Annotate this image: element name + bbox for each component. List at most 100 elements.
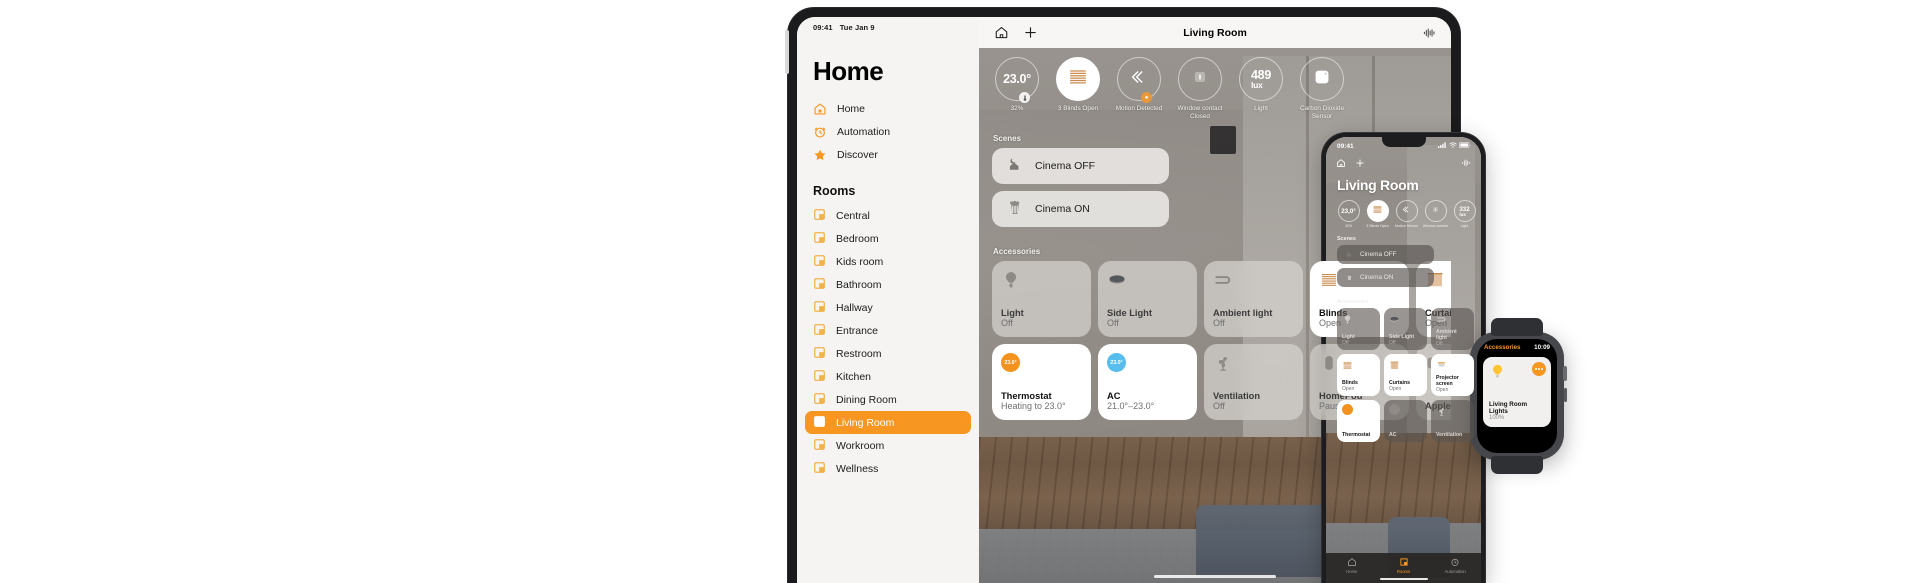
status-tile[interactable]: 3 Blinds Open bbox=[1053, 57, 1103, 121]
projector-screen-icon bbox=[1436, 358, 1469, 376]
iphone-status-circle[interactable]: 23,0° bbox=[1337, 200, 1360, 222]
status-tile-circle[interactable] bbox=[1178, 57, 1222, 101]
iphone-tab-automation[interactable]: Automation bbox=[1429, 557, 1481, 583]
room-icon bbox=[813, 300, 826, 316]
sidebar-room-bedroom[interactable]: Bedroom bbox=[805, 227, 971, 250]
iphone-accessory-state: Open bbox=[1389, 385, 1402, 392]
status-tile-circle[interactable] bbox=[1300, 57, 1344, 101]
status-tile[interactable]: 489 lux Light bbox=[1236, 57, 1286, 121]
iphone-status-tile[interactable]: 23,0° 32% bbox=[1336, 200, 1361, 228]
ipad-power-button[interactable] bbox=[785, 30, 789, 74]
status-tile[interactable]: 23.0° 32% bbox=[992, 57, 1042, 121]
accessory-card[interactable]: Ambient light Off bbox=[1204, 261, 1303, 337]
sidebar-room-kitchen[interactable]: Kitchen bbox=[805, 365, 971, 388]
house-icon bbox=[1347, 557, 1357, 568]
sidebar-item-discover[interactable]: Discover bbox=[805, 143, 971, 166]
accessory-state: Off bbox=[1213, 318, 1225, 329]
status-tile-label: Motion Detected bbox=[1115, 105, 1163, 112]
sidebar-room-wellness[interactable]: Wellness bbox=[805, 457, 971, 480]
sidebar-room-living-room[interactable]: Living Room bbox=[805, 411, 971, 434]
iphone-status-tile[interactable]: Motion Sensor bbox=[1394, 200, 1419, 228]
siri-waveform-icon[interactable] bbox=[1420, 24, 1438, 42]
iphone-accessory-card[interactable]: Ambient light Off bbox=[1431, 308, 1474, 351]
iphone-time: 09:41 bbox=[1337, 142, 1354, 150]
status-tile-circle[interactable]: 23.0° bbox=[995, 57, 1039, 103]
scene-card[interactable]: Cinema OFF bbox=[992, 148, 1169, 184]
co2-icon bbox=[1311, 66, 1333, 93]
scene-label: Cinema OFF bbox=[1035, 160, 1096, 172]
status-tile[interactable]: ● Motion Detected bbox=[1114, 57, 1164, 121]
iphone-accessory-card[interactable]: Blinds Open bbox=[1337, 354, 1380, 397]
iphone-accessory-card[interactable]: Ventilation bbox=[1431, 400, 1474, 443]
status-tile-circle[interactable]: ● bbox=[1117, 57, 1161, 103]
accessory-state: Off bbox=[1107, 318, 1119, 329]
status-time: 09:41 bbox=[813, 23, 833, 32]
sidebar-room-entrance[interactable]: Entrance bbox=[805, 319, 971, 342]
status-tile[interactable]: Window contact Closed bbox=[1175, 57, 1225, 121]
watch-time: 10:09 bbox=[1534, 344, 1550, 351]
iphone-tab-home[interactable]: Home bbox=[1326, 557, 1378, 583]
iphone-status-circle[interactable] bbox=[1424, 200, 1447, 222]
room-icon bbox=[813, 254, 826, 270]
room-icon bbox=[813, 369, 826, 385]
iphone-accessory-state: Off bbox=[1342, 339, 1349, 346]
sidebar-item-home[interactable]: Home bbox=[805, 97, 971, 120]
iphone-accessory-name: Ventilation bbox=[1436, 431, 1463, 438]
ellipsis-icon[interactable] bbox=[1532, 362, 1546, 376]
iphone-scene-label: Cinema OFF bbox=[1360, 251, 1397, 259]
iphone-scene-card[interactable]: Cinema OFF bbox=[1337, 245, 1434, 265]
watch-accessory-value: 100% bbox=[1489, 415, 1505, 421]
curtains-icon bbox=[1389, 358, 1422, 376]
house-icon[interactable] bbox=[1336, 155, 1346, 173]
accessory-card[interactable]: Side Light Off bbox=[1098, 261, 1197, 337]
digital-crown[interactable] bbox=[1563, 366, 1567, 381]
iphone-scene-card[interactable]: Cinema ON bbox=[1337, 268, 1434, 288]
iphone-status-tile[interactable]: Window contact bbox=[1423, 200, 1448, 228]
iphone-accessory-card[interactable]: AC bbox=[1384, 400, 1427, 443]
value: 332 lux bbox=[1459, 205, 1470, 217]
sidebar-room-restroom[interactable]: Restroom bbox=[805, 342, 971, 365]
sidebar-room-hallway[interactable]: Hallway bbox=[805, 296, 971, 319]
accessory-card[interactable]: Light Off bbox=[992, 261, 1091, 337]
iphone-status-circle[interactable] bbox=[1395, 200, 1418, 222]
siri-waveform-icon[interactable] bbox=[1461, 155, 1471, 173]
iphone-accessory-card[interactable]: Projector screen Open bbox=[1431, 354, 1474, 397]
sidebar-room-dining-room[interactable]: Dining Room bbox=[805, 388, 971, 411]
clock-icon bbox=[813, 125, 827, 139]
watch-accessory-card[interactable]: Living Room Lights 100% bbox=[1483, 357, 1551, 427]
wifi-icon bbox=[1448, 142, 1457, 150]
watch-band-top bbox=[1491, 318, 1543, 336]
watch-side-button[interactable] bbox=[1563, 388, 1567, 402]
sidebar-room-central[interactable]: Central bbox=[805, 204, 971, 227]
plus-icon[interactable] bbox=[1021, 24, 1039, 42]
iphone-accessory-card[interactable]: Thermostat bbox=[1337, 400, 1380, 443]
house-icon bbox=[813, 102, 827, 116]
accessory-card[interactable]: 23.0° AC 21.0°–23.0° bbox=[1098, 344, 1197, 420]
status-tile-circle[interactable]: 489 lux bbox=[1239, 57, 1283, 101]
status-date: Tue Jan 9 bbox=[839, 23, 875, 32]
watch-back-label[interactable]: Accessories bbox=[1484, 344, 1520, 351]
led-strip-icon bbox=[1436, 312, 1469, 330]
accessory-card[interactable]: 23.0° Thermostat Heating to 23.0° bbox=[992, 344, 1091, 420]
sidebar-room-bathroom[interactable]: Bathroom bbox=[805, 273, 971, 296]
iphone-status-tile[interactable]: 3 Blinds Open bbox=[1365, 200, 1390, 228]
iphone-accessory-card[interactable]: Light Off bbox=[1337, 308, 1380, 351]
sidebar-item-label: Automation bbox=[837, 125, 891, 138]
sidebar-item-automation[interactable]: Automation bbox=[805, 120, 971, 143]
house-icon[interactable] bbox=[992, 24, 1010, 42]
star-icon bbox=[813, 148, 827, 162]
ipad-status-bar: 09:41 Tue Jan 9 bbox=[797, 17, 979, 32]
status-tile-circle[interactable] bbox=[1056, 57, 1100, 101]
iphone-accessory-card[interactable]: Side Light Off bbox=[1384, 308, 1427, 351]
plus-icon[interactable] bbox=[1355, 155, 1365, 173]
iphone-accessory-card[interactable]: Curtains Open bbox=[1384, 354, 1427, 397]
sidebar-room-workroom[interactable]: Workroom bbox=[805, 434, 971, 457]
status-tile[interactable]: Carbon Dioxide Sensor bbox=[1297, 57, 1347, 121]
sidebar-room-kids-room[interactable]: Kids room bbox=[805, 250, 971, 273]
iphone-status-circle[interactable]: 332 lux bbox=[1453, 200, 1476, 222]
iphone-status-circle[interactable] bbox=[1366, 200, 1389, 222]
scene-card[interactable]: Cinema ON bbox=[992, 191, 1169, 227]
room-label: Dining Room bbox=[836, 393, 897, 406]
accessory-card[interactable]: Ventilation Off bbox=[1204, 344, 1303, 420]
iphone-status-tile[interactable]: 332 lux Light bbox=[1452, 200, 1477, 228]
